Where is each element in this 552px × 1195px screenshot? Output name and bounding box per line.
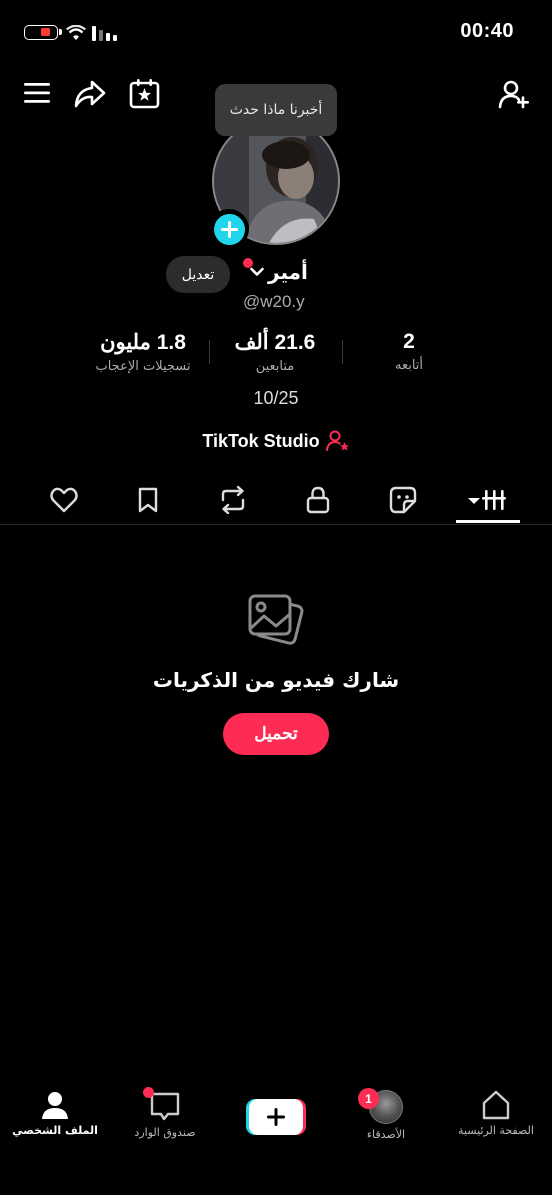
edit-profile-button[interactable]: تعديل bbox=[166, 256, 230, 293]
tab-favorites[interactable] bbox=[118, 480, 178, 520]
add-friend-icon[interactable] bbox=[498, 78, 530, 110]
studio-person-star-icon bbox=[325, 430, 349, 451]
inbox-icon bbox=[150, 1092, 180, 1121]
tab-videos[interactable] bbox=[458, 480, 518, 520]
add-avatar-button[interactable] bbox=[209, 209, 249, 249]
nav-profile[interactable]: الملف الشخصي bbox=[0, 1090, 110, 1137]
signal-icon bbox=[92, 26, 118, 45]
tab-private[interactable] bbox=[288, 480, 348, 520]
lock-icon bbox=[306, 486, 330, 514]
photos-icon bbox=[246, 592, 306, 656]
nav-inbox[interactable]: صندوق الوارد bbox=[110, 1090, 220, 1139]
battery-icon bbox=[24, 25, 62, 40]
upload-button[interactable]: تحميل bbox=[223, 713, 329, 755]
sticker-icon bbox=[389, 486, 417, 514]
wifi-icon bbox=[66, 24, 86, 45]
home-icon bbox=[482, 1090, 510, 1120]
bookmark-icon bbox=[138, 487, 158, 513]
friends-badge: 1 bbox=[358, 1088, 379, 1109]
calendar-star-icon[interactable] bbox=[129, 78, 160, 109]
nav-home[interactable]: الصفحة الرئيسية bbox=[441, 1090, 551, 1137]
likes-stat[interactable]: 1.8 مليون تسجيلات الإعجاب bbox=[68, 330, 218, 374]
videos-grid-icon bbox=[468, 490, 506, 510]
active-tab-indicator bbox=[456, 520, 520, 523]
following-stat[interactable]: 2 أتابعه bbox=[334, 330, 484, 373]
empty-state-title: شارك فيديو من الذكريات bbox=[152, 668, 400, 692]
nav-friends[interactable]: الأصدقاء bbox=[331, 1090, 441, 1141]
username: أمير bbox=[268, 260, 308, 284]
followers-stat[interactable]: 21.6 ألف متابعين bbox=[200, 330, 350, 374]
handle: @w20.y bbox=[243, 292, 305, 311]
username-switcher[interactable]: أمير bbox=[250, 260, 308, 284]
repost-icon bbox=[221, 486, 245, 514]
menu-icon[interactable] bbox=[24, 82, 50, 104]
heart-icon bbox=[50, 487, 78, 513]
plus-icon bbox=[220, 220, 238, 238]
counter: 10/25 bbox=[253, 388, 299, 408]
tab-liked[interactable] bbox=[34, 480, 94, 520]
tab-stickers[interactable] bbox=[373, 480, 433, 520]
chevron-down-icon bbox=[250, 267, 264, 276]
create-button[interactable] bbox=[246, 1097, 306, 1137]
share-icon[interactable] bbox=[74, 80, 106, 108]
inbox-notification-dot bbox=[143, 1087, 154, 1098]
status-time: 00:40 bbox=[460, 20, 514, 42]
tab-reposts[interactable] bbox=[203, 480, 263, 520]
tabs-divider bbox=[0, 524, 552, 525]
profile-icon bbox=[42, 1092, 68, 1119]
tiktok-studio-link[interactable]: TikTok Studio bbox=[0, 430, 552, 452]
tooltip: أخبرنا ماذا حدث bbox=[215, 84, 337, 136]
